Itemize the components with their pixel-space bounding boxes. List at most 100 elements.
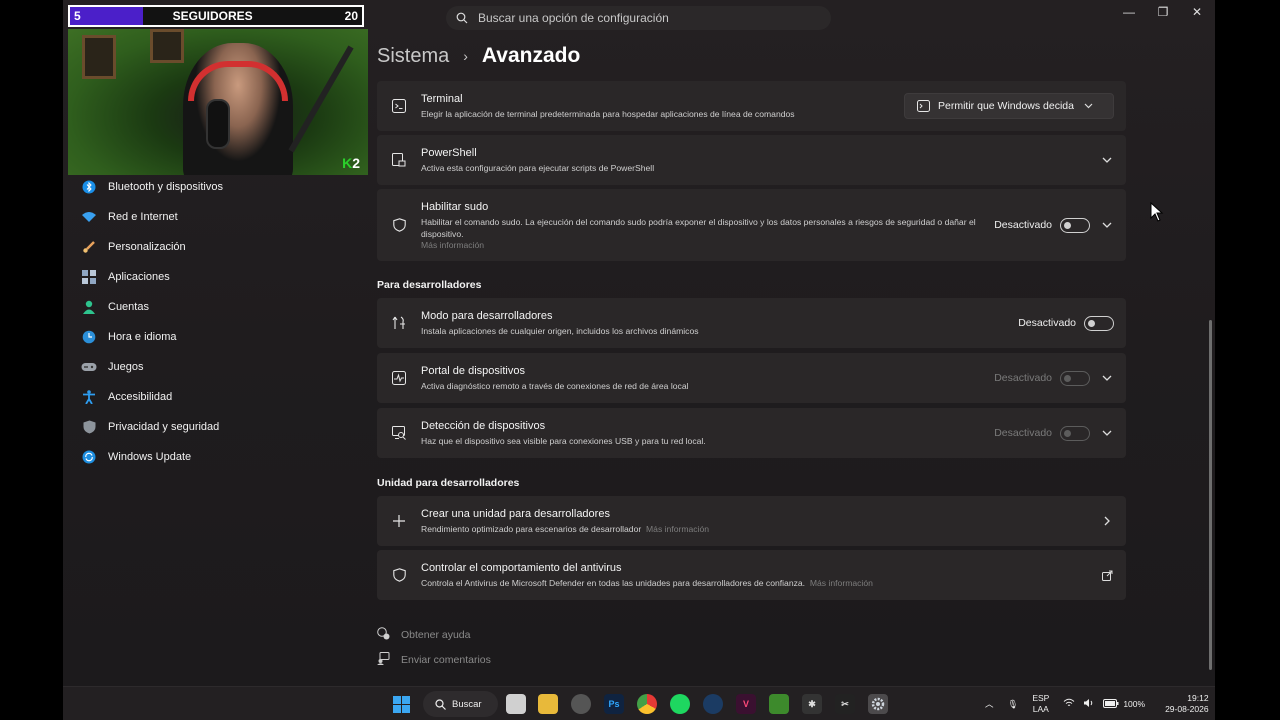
minimize-button[interactable]: — [1114,4,1144,20]
plus-icon [391,513,407,529]
sudo-state: Desactivado [994,219,1052,231]
chevron-up-icon[interactable]: ︿ [985,698,994,710]
breadcrumb: Sistema › Avanzado [377,44,580,68]
sidebar-item-windows-update[interactable]: Windows Update [81,442,371,472]
sidebar-item-label: Privacidad y seguridad [108,421,220,433]
get-help-link[interactable]: Obtener ayuda [377,627,470,643]
create-dev-drive-more-info-link[interactable]: Más información [646,524,709,534]
get-help-label: Obtener ayuda [401,629,471,641]
sidebar-item-accounts[interactable]: Cuentas [81,292,371,322]
photoshop-icon[interactable]: Ps [604,694,624,714]
settings-icon[interactable] [868,694,888,714]
spotify-icon[interactable] [670,694,690,714]
gamepad-icon [81,359,97,375]
search-icon [435,698,446,710]
help-icon [377,627,391,643]
vertical-scrollbar[interactable] [1209,320,1212,670]
sidebar-item-label: Hora e idioma [108,331,177,343]
sudo-toggle[interactable] [1060,217,1090,233]
antivirus-card[interactable]: Controlar el comportamiento del antiviru… [377,550,1126,600]
devmode-state: Desactivado [1018,317,1076,329]
clock-date: 29-08-2026 [1165,704,1209,714]
terminal-description: Elegir la aplicación de terminal predete… [421,108,795,119]
language-code: ESP [1032,693,1050,703]
send-feedback-link[interactable]: Enviar comentarios [377,652,491,668]
minecraft-icon[interactable] [769,694,789,714]
device-discovery-card[interactable]: Detección de dispositivos Haz que el dis… [377,408,1126,458]
search-icon [456,12,468,24]
chevron-down-icon[interactable] [1100,218,1114,232]
search-placeholder: Buscar una opción de configuración [478,11,669,25]
language-indicator[interactable]: ESP LAA [1032,693,1049,715]
wifi-icon[interactable] [1063,698,1075,710]
sidebar-item-label: Personalización [108,241,186,253]
terminal-title: Terminal [421,92,463,105]
powershell-icon [391,152,407,168]
globe-clock-icon [81,329,97,345]
game-icon[interactable]: ✱ [802,694,822,714]
devmode-title: Modo para desarrolladores [421,309,553,322]
devmode-card: Modo para desarrolladores Instala aplica… [377,298,1126,348]
powershell-title: PowerShell [421,146,477,159]
chevron-right-icon[interactable] [1100,514,1114,528]
sidebar-item-label: Juegos [108,361,144,373]
keyboard-layout: LAA [1032,704,1049,714]
clock[interactable]: 19:12 29-08-2026 [1165,693,1208,715]
chevron-down-icon[interactable] [1100,153,1114,167]
start-icon[interactable] [391,694,411,714]
sidebar-item-bluetooth[interactable]: Bluetooth y dispositivos [81,172,371,202]
file-explorer-icon[interactable] [538,694,558,714]
sidebar-nav: Bluetooth y dispositivos Red e Internet … [81,172,371,472]
sidebar-item-privacy[interactable]: Privacidad y seguridad [81,412,371,442]
chevron-right-icon: › [463,48,468,64]
bluetooth-icon [81,179,97,195]
close-button[interactable]: ✕ [1182,4,1212,20]
breadcrumb-parent[interactable]: Sistema [377,45,449,68]
devmode-toggle[interactable] [1084,315,1114,331]
battery-icon[interactable] [1103,698,1119,710]
feedback-icon [377,652,391,668]
settings-search[interactable]: Buscar una opción de configuración [446,6,831,30]
channel-logo: K2 [342,155,360,171]
taskbar-search[interactable]: Buscar [423,691,498,717]
device-discovery-toggle[interactable] [1060,425,1090,441]
steam-icon[interactable] [703,694,723,714]
sidebar-item-accessibility[interactable]: Accesibilidad [81,382,371,412]
chevron-down-icon[interactable] [1100,426,1114,440]
shield-icon [391,567,407,583]
obs-icon[interactable] [571,694,591,714]
open-external-icon[interactable] [1100,568,1114,582]
vegas-icon[interactable]: V [736,694,756,714]
chrome-icon[interactable] [637,694,657,714]
microphone-icon[interactable]: 🎙 [1008,699,1019,710]
accessibility-icon [81,389,97,405]
device-portal-card[interactable]: Portal de dispositivos Activa diagnóstic… [377,353,1126,403]
capcut-icon[interactable]: ✂ [835,694,855,714]
microphone [206,99,230,149]
device-portal-toggle[interactable] [1060,370,1090,386]
powershell-card[interactable]: PowerShell Activa esta configuración par… [377,135,1126,185]
sudo-more-info-link[interactable]: Más información [421,240,986,250]
section-developers: Para desarrolladores [377,279,482,291]
chevron-down-icon[interactable] [1100,371,1114,385]
terminal-icon [391,98,407,114]
terminal-dropdown-value: Permitir que Windows decida [938,100,1074,112]
sidebar-item-apps[interactable]: Aplicaciones [81,262,371,292]
terminal-dropdown[interactable]: Permitir que Windows decida [904,93,1114,119]
antivirus-more-info-link[interactable]: Más información [810,578,873,588]
webcam-feed: K2 [68,29,368,175]
maximize-button[interactable]: ❐ [1148,4,1178,20]
update-icon [81,449,97,465]
sidebar-item-time-language[interactable]: Hora e idioma [81,322,371,352]
task-view-icon[interactable] [506,694,526,714]
sudo-title: Habilitar sudo [421,200,489,213]
follower-goal-current: 5 [74,9,81,23]
volume-icon[interactable] [1083,698,1095,710]
apps-icon [81,269,97,285]
sudo-card: Habilitar sudo Habilitar el comando sudo… [377,189,1126,261]
create-dev-drive-card[interactable]: Crear una unidad para desarrolladores Re… [377,496,1126,546]
sidebar-item-personalization[interactable]: Personalización [81,232,371,262]
sidebar-item-gaming[interactable]: Juegos [81,352,371,382]
shield-icon [391,217,407,233]
sidebar-item-network[interactable]: Red e Internet [81,202,371,232]
